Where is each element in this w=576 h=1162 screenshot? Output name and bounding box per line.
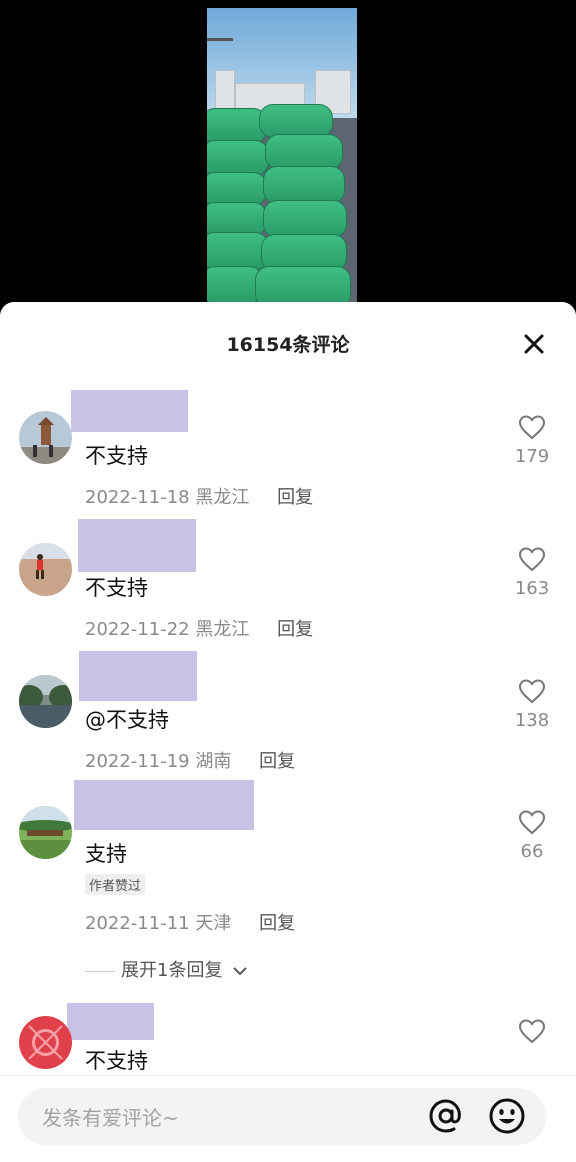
- smile-icon[interactable]: [488, 1097, 526, 1135]
- comment-text: @不支持: [85, 708, 169, 732]
- heart-icon: [518, 810, 546, 835]
- comment-location: 黑龙江: [195, 619, 250, 640]
- reply-button[interactable]: 回复: [277, 619, 313, 640]
- comment-text: 不支持: [85, 1049, 148, 1073]
- like-count: 138: [514, 710, 550, 731]
- reply-button[interactable]: 回复: [277, 487, 313, 508]
- comment-date: 2022-11-11: [85, 913, 190, 934]
- like-button[interactable]: 163: [512, 546, 552, 599]
- comment-meta: 2022-11-22 黑龙江 回复: [85, 615, 313, 641]
- heart-icon: [518, 415, 546, 440]
- like-count: 163: [514, 578, 550, 599]
- username-redacted[interactable]: [74, 780, 254, 830]
- like-button[interactable]: [512, 1018, 552, 1044]
- expand-replies-button[interactable]: 展开1条回复: [85, 956, 248, 982]
- comment-date: 2022-11-19: [85, 751, 190, 772]
- comment-input-placeholder: 发条有爱评论~: [42, 1106, 179, 1130]
- comment-count-title: 16154条评论: [226, 334, 350, 356]
- close-icon[interactable]: [522, 332, 546, 356]
- chevron-down-icon: [233, 967, 247, 976]
- comment-text: 支持: [85, 842, 127, 866]
- comment-meta: 2022-11-19 湖南 回复: [85, 747, 295, 773]
- comment-text: 不支持: [85, 444, 148, 468]
- avatar[interactable]: [19, 543, 72, 596]
- video-frame: [207, 8, 357, 303]
- divider: [85, 970, 115, 972]
- heart-icon: [518, 679, 546, 704]
- reply-button[interactable]: 回复: [259, 751, 295, 772]
- heart-icon: [518, 1019, 546, 1044]
- like-button[interactable]: 66: [512, 809, 552, 862]
- like-button[interactable]: 138: [512, 678, 552, 731]
- comment-input-bar: 发条有爱评论~: [0, 1075, 576, 1162]
- avatar[interactable]: [19, 806, 72, 859]
- expand-replies-label: 展开1条回复: [121, 960, 223, 981]
- username-redacted[interactable]: [67, 1003, 154, 1040]
- comment-location: 天津: [195, 913, 232, 934]
- like-count: 66: [520, 841, 544, 862]
- comment-date: 2022-11-18: [85, 487, 190, 508]
- reply-button[interactable]: 回复: [259, 913, 295, 934]
- username-redacted[interactable]: [79, 651, 197, 701]
- avatar[interactable]: [19, 1016, 72, 1069]
- comment-meta: 2022-11-11 天津 回复: [85, 909, 295, 935]
- author-liked-badge: 作者赞过: [85, 874, 146, 895]
- username-redacted[interactable]: [78, 519, 196, 572]
- heart-icon: [518, 547, 546, 572]
- comment-text: 不支持: [85, 576, 148, 600]
- comment-date: 2022-11-22: [85, 619, 190, 640]
- comment-meta: 2022-11-18 黑龙江 回复: [85, 483, 313, 509]
- comment-sheet: 16154条评论 不支持 2022-11-18 黑龙江 回复 179 不支持 2…: [0, 302, 576, 1162]
- comment-location: 湖南: [195, 751, 232, 772]
- avatar[interactable]: [19, 411, 72, 464]
- avatar[interactable]: [19, 675, 72, 728]
- at-icon[interactable]: [427, 1097, 465, 1135]
- like-count: 179: [514, 446, 550, 467]
- username-redacted[interactable]: [71, 390, 188, 432]
- like-button[interactable]: 179: [512, 414, 552, 467]
- video-preview[interactable]: [0, 0, 576, 310]
- comment-location: 黑龙江: [195, 487, 250, 508]
- comment-input[interactable]: 发条有爱评论~: [18, 1088, 546, 1145]
